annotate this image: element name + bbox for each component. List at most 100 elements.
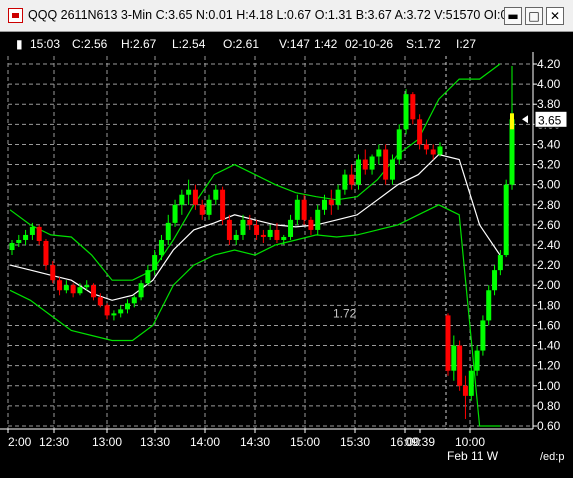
candle-body: [362, 159, 368, 170]
x-edge-label: /ed:p: [540, 451, 564, 463]
y-tick-label: 1.40: [537, 339, 561, 353]
candle-body: [118, 309, 124, 314]
candle-body: [445, 315, 451, 371]
candle-body: [492, 270, 498, 291]
candle-body: [186, 189, 192, 195]
info-high: H:2.67: [121, 37, 157, 51]
restore-button[interactable]: □: [525, 7, 543, 25]
candle-body: [192, 189, 198, 205]
x-date-label: Feb 11 W: [447, 449, 499, 463]
title-bar: QQQ 2611N613 3-Min C:3.65 N:0.01 H:4.18 …: [0, 0, 573, 32]
candle-body: [70, 285, 76, 294]
y-tick-label: 1.80: [537, 298, 561, 312]
info-date: 02-10-26: [345, 37, 393, 51]
candle-body: [430, 149, 436, 155]
candle-body: [57, 280, 63, 291]
y-tick-label: 3.00: [537, 178, 561, 192]
x-tick-label: 15:30: [340, 435, 370, 449]
x-tick-label: 15:00: [290, 435, 320, 449]
candle-body: [383, 149, 389, 180]
info-bar: ▮ 15:03 C:2.56 H:2.67 L:2.54 O:2.61 V:14…: [16, 37, 476, 51]
candle-body: [43, 240, 49, 266]
candle-body: [84, 285, 90, 288]
x-tick-label: 13:00: [92, 435, 122, 449]
candle-body: [91, 285, 97, 298]
candle-body: [281, 236, 287, 240]
candle-body: [462, 385, 468, 396]
candle-body: [179, 194, 185, 205]
info-marker: ▮: [16, 37, 23, 51]
info-volume: V:147: [279, 37, 310, 51]
x-tick-label: 2:00: [8, 435, 32, 449]
candle-body: [315, 209, 321, 230]
candle-body: [486, 290, 492, 321]
chart-app-icon[interactable]: [8, 8, 23, 23]
candle-body: [124, 303, 130, 310]
candle-body: [199, 204, 205, 215]
candle-body: [403, 94, 409, 130]
candle-body: [97, 297, 103, 306]
info-i: I:27: [456, 37, 476, 51]
candle-body: [274, 229, 280, 240]
candle-body: [131, 297, 137, 304]
candle-body: [145, 270, 151, 284]
candle-body: [322, 199, 328, 210]
candle-body: [503, 184, 509, 256]
candle-body: [294, 199, 300, 220]
candle-body: [240, 219, 246, 235]
candle-body: [29, 226, 35, 235]
price-chart[interactable]: ▮ 15:03 C:2.56 H:2.67 L:2.54 O:2.61 V:14…: [0, 32, 573, 473]
minimize-button[interactable]: ▬: [504, 7, 522, 25]
candle-body: [213, 189, 219, 200]
chart-area[interactable]: ▮ 15:03 C:2.56 H:2.67 L:2.54 O:2.61 V:14…: [0, 32, 573, 473]
y-tick-label: 1.20: [537, 359, 561, 373]
info-range: 1:42: [314, 37, 338, 51]
candle-body: [468, 370, 474, 396]
y-tick-label: 2.40: [537, 238, 561, 252]
candle-body: [77, 287, 83, 294]
candle-body: [158, 239, 164, 256]
candle-body: [50, 265, 56, 281]
candle-body: [369, 156, 375, 170]
info-close: C:2.56: [72, 37, 108, 51]
candle-body: [301, 199, 307, 220]
candle-body: [9, 242, 15, 251]
label-layer: 4.204.003.803.603.403.203.002.802.602.40…: [8, 57, 568, 449]
candle-body: [23, 234, 29, 240]
candle-body: [63, 285, 69, 291]
y-tick-label: 1.60: [537, 318, 561, 332]
candle-body: [206, 199, 212, 215]
candle-body: [457, 345, 463, 386]
candle-body: [355, 159, 361, 185]
y-tick-label: 1.00: [537, 379, 561, 393]
y-tick-label: 4.20: [537, 57, 561, 71]
info-open: O:2.61: [223, 37, 259, 51]
info-low: L:2.54: [172, 37, 206, 51]
candle-body: [267, 229, 273, 237]
candle-body: [288, 219, 294, 237]
y-tick-label: 2.60: [537, 218, 561, 232]
candle-body: [423, 144, 429, 150]
chart-annotation: 1.72: [333, 306, 357, 320]
candle-body: [104, 305, 110, 316]
y-tick-label: 3.80: [537, 97, 561, 111]
candle-body: [152, 255, 158, 271]
candle-body: [260, 234, 266, 237]
x-tick-label: 12:30: [39, 435, 69, 449]
candle-body: [474, 350, 480, 371]
candle-body: [138, 283, 144, 298]
info-time: 15:03: [30, 37, 60, 51]
y-tick-label: 2.20: [537, 258, 561, 272]
candle-body: [335, 189, 341, 205]
y-tick-label: 3.20: [537, 158, 561, 172]
y-tick-label: 2.80: [537, 198, 561, 212]
candle-body: [36, 226, 42, 241]
window-title: QQQ 2611N613 3-Min C:3.65 N:0.01 H:4.18 …: [28, 8, 508, 22]
candle-body: [165, 222, 171, 240]
candle-body: [16, 239, 22, 243]
info-s: S:1.72: [406, 37, 441, 51]
candle-body: [437, 146, 443, 155]
close-button[interactable]: ✕: [546, 7, 564, 25]
y-tick-label: 0.80: [537, 399, 561, 413]
grid-layer: [0, 52, 537, 433]
